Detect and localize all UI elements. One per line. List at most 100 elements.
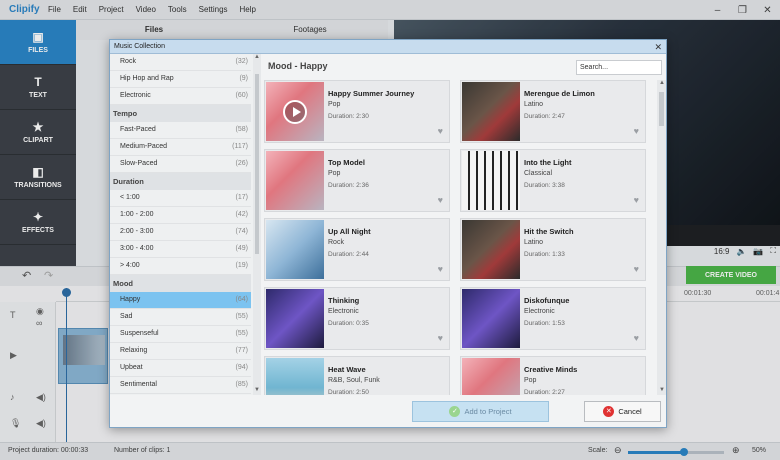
track-card[interactable]: Merengue de Limon Latino Duration: 2:47 ♥ <box>460 80 646 143</box>
category-item[interactable]: Slow-Paced (26) <box>110 156 251 173</box>
track-grid: Happy Summer Journey Pop Duration: 2:30 ♥ Me… <box>264 80 656 395</box>
category-count: (77) <box>235 347 248 354</box>
category-item[interactable]: 1:00 - 2:00 (42) <box>110 207 251 224</box>
category-header: Tempo <box>110 105 251 122</box>
category-item[interactable]: < 1:00 (17) <box>110 190 251 207</box>
scroll-thumb[interactable] <box>659 92 664 126</box>
add-to-project-button[interactable]: ✓ Add to Project <box>412 401 549 422</box>
track-duration: Duration: 1:53 <box>524 320 565 327</box>
music-collection-dialog: Music Collection ✕ Rock (32) Hip Hop and R… <box>109 39 667 428</box>
category-item[interactable]: 2:00 - 3:00 (74) <box>110 224 251 241</box>
track-scrollbar[interactable]: ▲ ▼ <box>657 80 666 395</box>
category-item[interactable]: Fast-Paced (58) <box>110 122 251 139</box>
track-card[interactable]: Creative MindsPopDuration: 2:27♥ <box>460 356 646 395</box>
track-thumbnail[interactable] <box>462 289 520 348</box>
track-card[interactable]: Diskofunque Electronic Duration: 1:53 ♥ <box>460 287 646 350</box>
favorite-heart-icon[interactable]: ♥ <box>438 195 443 205</box>
category-item[interactable]: Rock (32) <box>110 54 251 71</box>
track-title: Happy Summer Journey <box>328 89 415 98</box>
category-count: (26) <box>235 160 248 167</box>
category-count: (94) <box>235 364 248 371</box>
track-duration: Duration: 2:36 <box>328 182 369 189</box>
category-count: (19) <box>235 262 248 269</box>
category-count: (74) <box>235 228 248 235</box>
track-card[interactable]: Up All Night Rock Duration: 2:44 ♥ <box>264 218 450 281</box>
dialog-title: Music Collection <box>114 43 165 50</box>
track-duration: Duration: 0:35 <box>328 320 369 327</box>
track-duration: Duration: 1:33 <box>524 251 565 258</box>
category-item[interactable]: Upbeat (94) <box>110 360 251 377</box>
favorite-heart-icon[interactable]: ♥ <box>634 126 639 136</box>
category-item[interactable]: > 4:00 (19) <box>110 258 251 275</box>
category-count: (85) <box>235 381 248 388</box>
category-item[interactable]: Electronic (60) <box>110 88 251 105</box>
track-thumbnail[interactable] <box>462 151 520 210</box>
track-thumbnail[interactable] <box>266 82 324 141</box>
favorite-heart-icon[interactable]: ♥ <box>438 126 443 136</box>
track-card[interactable]: Hit the Switch Latino Duration: 1:33 ♥ <box>460 218 646 281</box>
track-genre: Electronic <box>524 308 555 315</box>
track-title: Merengue de Limon <box>524 89 595 98</box>
category-count: (64) <box>235 296 248 303</box>
category-count: (58) <box>235 126 248 133</box>
category-count: (49) <box>235 245 248 252</box>
favorite-heart-icon[interactable]: ♥ <box>634 264 639 274</box>
scroll-up-icon[interactable]: ▲ <box>658 80 666 88</box>
category-item[interactable]: Sad (55) <box>110 309 251 326</box>
track-genre: R&B, Soul, Funk <box>328 377 380 384</box>
cancel-button[interactable]: ✕ Cancel <box>584 401 661 422</box>
category-label: Suspenseful <box>120 330 159 337</box>
category-label: Upbeat <box>120 364 143 371</box>
category-scrollbar[interactable]: ▲ ▼ <box>253 54 261 395</box>
close-icon[interactable]: ✕ <box>654 40 662 54</box>
category-item[interactable]: Suspenseful (55) <box>110 326 251 343</box>
scroll-thumb[interactable] <box>255 74 259 254</box>
add-to-project-label: Add to Project <box>464 407 512 416</box>
category-label: Relaxing <box>120 347 148 354</box>
category-label: > 4:00 <box>120 262 140 269</box>
favorite-heart-icon[interactable]: ♥ <box>634 195 639 205</box>
category-header: Duration <box>110 173 251 190</box>
search-input[interactable]: Search... <box>576 60 662 75</box>
track-thumbnail[interactable] <box>462 358 520 395</box>
category-item[interactable]: Happy (64) <box>110 292 251 309</box>
category-item[interactable]: Medium-Paced (117) <box>110 139 251 156</box>
scroll-down-icon[interactable]: ▼ <box>253 387 261 395</box>
track-title: Creative Minds <box>524 365 578 374</box>
category-item[interactable]: Relaxing (77) <box>110 343 251 360</box>
track-card[interactable]: Thinking Electronic Duration: 0:35 ♥ <box>264 287 450 350</box>
category-count: (17) <box>235 194 248 201</box>
track-thumbnail[interactable] <box>266 289 324 348</box>
track-card[interactable]: Happy Summer Journey Pop Duration: 2:30 ♥ <box>264 80 450 143</box>
track-duration: Duration: 2:27 <box>524 389 565 395</box>
track-genre: Pop <box>524 377 537 384</box>
favorite-heart-icon[interactable]: ♥ <box>634 333 639 343</box>
category-label: 2:00 - 3:00 <box>120 228 154 235</box>
category-count: (42) <box>235 211 248 218</box>
category-count: (55) <box>235 330 248 337</box>
track-thumbnail[interactable] <box>462 82 520 141</box>
scroll-down-icon[interactable]: ▼ <box>658 387 666 395</box>
category-item[interactable]: 3:00 - 4:00 (49) <box>110 241 251 258</box>
scroll-up-icon[interactable]: ▲ <box>253 54 261 62</box>
play-icon[interactable] <box>283 100 307 124</box>
track-title: Into the Light <box>524 158 572 167</box>
category-list: Rock (32) Hip Hop and Rap (9) Electronic (60)… <box>110 54 261 395</box>
track-duration: Duration: 2:50 <box>328 389 369 395</box>
track-card[interactable]: Into the Light Classical Duration: 3:38 ♥ <box>460 149 646 212</box>
track-genre: Pop <box>328 170 341 177</box>
section-title: Mood - Happy <box>268 61 328 71</box>
track-thumbnail[interactable] <box>462 220 520 279</box>
category-item[interactable]: Hip Hop and Rap (9) <box>110 71 251 88</box>
favorite-heart-icon[interactable]: ♥ <box>438 333 443 343</box>
track-card[interactable]: Top Model Pop Duration: 2:36 ♥ <box>264 149 450 212</box>
category-count: (32) <box>235 58 248 65</box>
favorite-heart-icon[interactable]: ♥ <box>438 264 443 274</box>
track-duration: Duration: 2:30 <box>328 113 369 120</box>
category-item[interactable]: Sentimental (85) <box>110 377 251 394</box>
track-genre: Latino <box>524 101 544 108</box>
track-thumbnail[interactable] <box>266 151 324 210</box>
track-thumbnail[interactable] <box>266 220 324 279</box>
track-thumbnail[interactable] <box>266 358 324 395</box>
track-card[interactable]: Heat WaveR&B, Soul, FunkDuration: 2:50♥ <box>264 356 450 395</box>
